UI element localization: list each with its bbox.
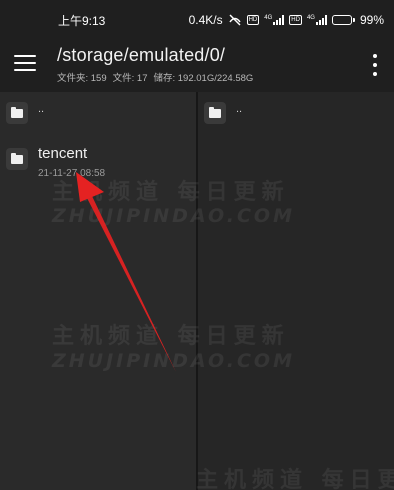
status-time: 上午9:13 <box>58 13 106 28</box>
current-path: /storage/emulated/0/ <box>57 45 226 65</box>
folder-icon <box>6 148 28 170</box>
entry-name: tencent <box>38 145 88 162</box>
more-vert-icon[interactable] <box>372 54 378 76</box>
entry-date: 21-11-27 08:58 <box>38 168 106 179</box>
file-manager-screen: 上午9:13 0.4K/s HD 4G HD 4G 99% /storage/e… <box>0 0 394 490</box>
path-stats: 文件夹: 159 文件: 17 储存: 192.01G/224.58G <box>57 70 253 84</box>
signal-icon-2: 4G <box>307 15 327 25</box>
battery-percent: 99% <box>359 13 384 27</box>
folder-icon <box>6 102 28 124</box>
left-parent-dir-row[interactable]: .. <box>6 102 44 124</box>
file-count: 文件: 17 <box>112 73 148 84</box>
right-pane <box>198 92 394 490</box>
mute-icon <box>228 14 241 26</box>
app-bar: /storage/emulated/0/ 文件夹: 159 文件: 17 储存:… <box>0 40 394 92</box>
parent-dir-label: .. <box>236 103 243 115</box>
network-speed: 0.4K/s <box>188 13 223 27</box>
parent-dir-label: .. <box>38 103 45 115</box>
folder-icon <box>204 102 226 124</box>
right-parent-dir-row[interactable]: .. <box>204 102 242 124</box>
storage-usage: 储存: 192.01G/224.58G <box>153 73 254 84</box>
hd-tag-2: HD <box>289 15 302 25</box>
list-item-tencent[interactable]: tencent 21-11-27 08:58 <box>6 145 105 182</box>
sim2-tag: 4G <box>306 15 315 21</box>
signal-icon: 4G <box>264 15 285 25</box>
sim1-tag: 4G <box>264 15 273 21</box>
status-bar: 上午9:13 0.4K/s HD 4G HD 4G 99% <box>0 0 394 40</box>
status-indicators: 0.4K/s HD 4G HD 4G 99% <box>189 13 384 27</box>
battery-icon <box>331 15 355 25</box>
hd-tag-1: HD <box>246 15 260 25</box>
folder-count: 文件夹: 159 <box>57 73 107 84</box>
menu-icon[interactable] <box>14 55 36 73</box>
